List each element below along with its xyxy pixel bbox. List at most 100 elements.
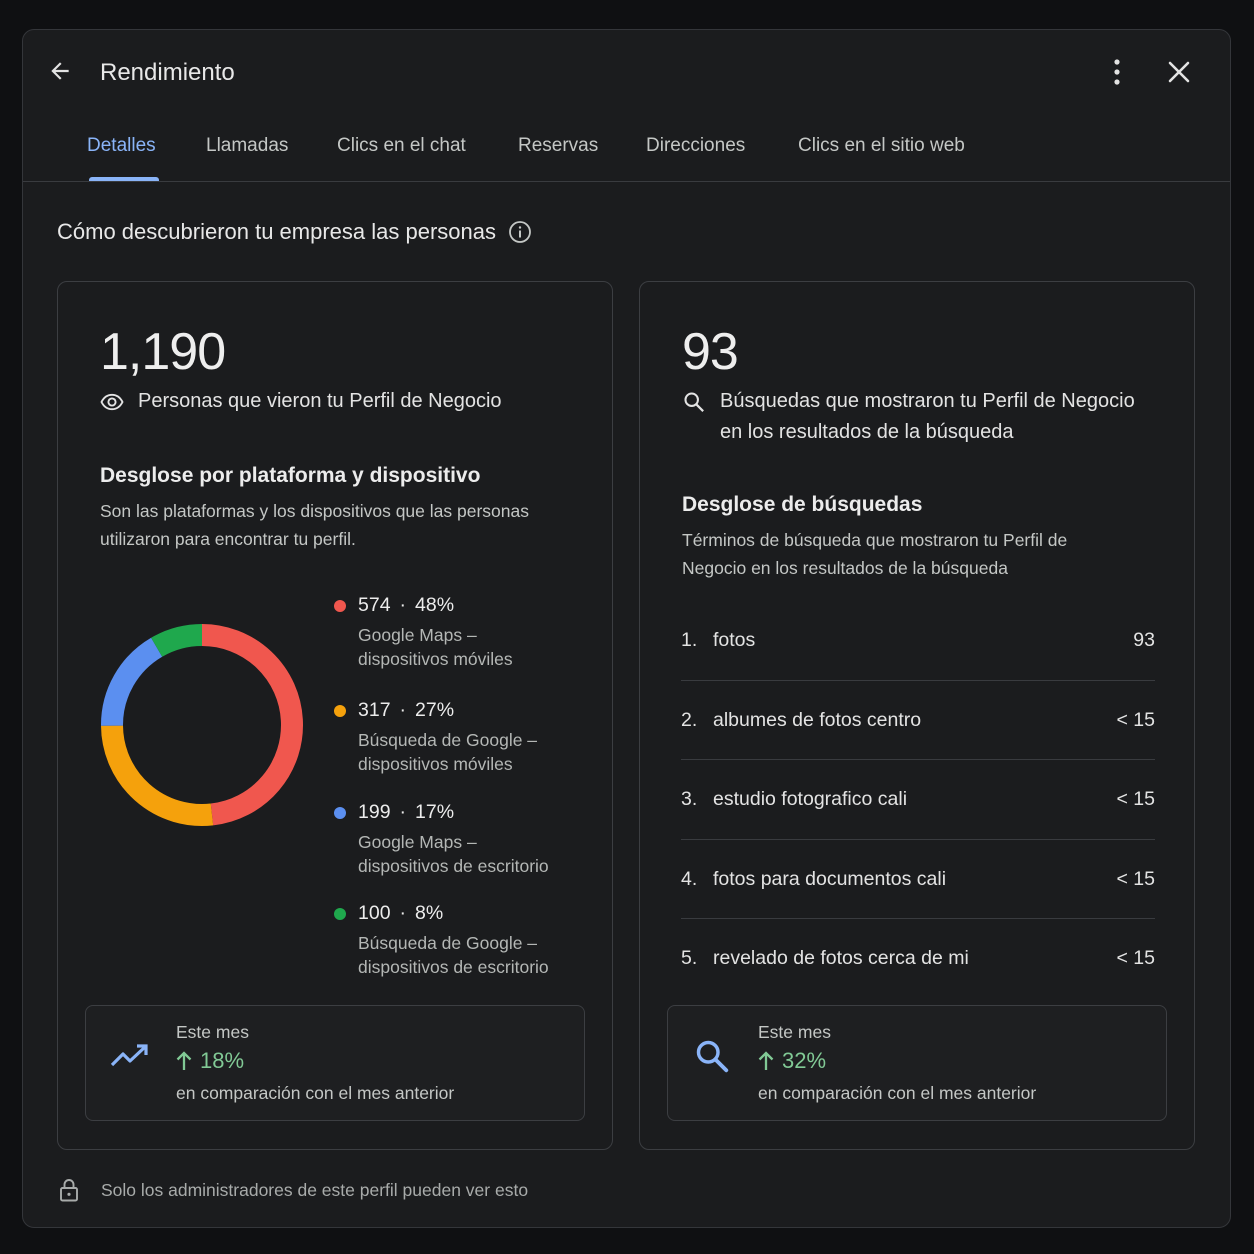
close-button[interactable]	[1163, 56, 1195, 88]
legend-dot	[334, 907, 346, 920]
dialog-header: Rendimiento	[23, 30, 1230, 116]
search-term-count: < 15	[1116, 867, 1156, 890]
legend-label: Google Maps –	[358, 625, 477, 645]
legend-label: dispositivos de escritorio	[358, 856, 549, 876]
searches-compare-box: Este mes 32% en comparación con el mes a…	[667, 1005, 1167, 1121]
search-breakdown-desc: Términos de búsqueda que mostraron tu Pe…	[682, 530, 1068, 578]
legend-label: dispositivos de escritorio	[358, 957, 549, 977]
arrow-back-icon	[51, 62, 69, 80]
searches-label-row: Búsquedas que mostraron tu Perfil de Neg…	[682, 386, 1135, 448]
legend-label: Google Maps –	[358, 832, 477, 852]
search-icon	[684, 391, 704, 412]
legend-label: Búsqueda de Google –	[358, 933, 538, 953]
searches-label: en los resultados de la búsqueda	[720, 421, 1014, 443]
search-term: fotos	[713, 629, 756, 651]
search-term: fotos para documentos cali	[713, 867, 947, 890]
list-item: 4. fotos para documentos cali < 15	[681, 840, 1156, 919]
legend-percent: 17%	[415, 801, 455, 823]
tab-reservas[interactable]: Reservas	[518, 135, 598, 157]
list-item: 3. estudio fotografico cali < 15	[681, 760, 1155, 840]
tab-clics-en-el-chat[interactable]: Clics en el chat	[337, 135, 466, 157]
legend-value: 317	[358, 699, 391, 721]
trending-up-icon	[110, 1044, 148, 1067]
compare-note: en comparación con el mes anterior	[176, 1083, 455, 1103]
search-term-count: < 15	[1116, 947, 1156, 969]
legend-dot	[334, 806, 346, 819]
legend-percent: 27%	[415, 699, 455, 721]
donut-slice-maps-desktop	[101, 637, 163, 727]
search-icon	[696, 1040, 729, 1073]
list-item: 2. albumes de fotos centro < 15	[681, 681, 1156, 760]
compare-change-value: 32%	[782, 1048, 827, 1073]
searches-card: 93 Búsquedas que mostraron tu Perfil de …	[639, 281, 1195, 1150]
back-button[interactable]	[45, 56, 75, 86]
legend-label: Búsqueda de Google –	[358, 730, 538, 750]
legend-label: dispositivos móviles	[358, 754, 513, 774]
legend-item: 199 · 17% Google Maps – dispositivos de esc…	[334, 801, 549, 878]
eye-icon	[100, 393, 124, 410]
search-term: albumes de fotos centro	[713, 708, 922, 731]
search-term: estudio fotografico cali	[713, 788, 908, 810]
legend-value: 100	[358, 902, 391, 924]
donut-slice-search-desktop	[151, 624, 203, 657]
search-term-rank: 4.	[681, 867, 698, 890]
legend-value: 199	[358, 801, 391, 823]
compare-period: Este mes	[176, 1022, 249, 1042]
search-breakdown-title: Desglose de búsquedas	[682, 493, 923, 516]
searches-count: 93	[682, 323, 739, 381]
info-icon[interactable]	[508, 220, 532, 244]
search-term: revelado de fotos cerca de mi	[713, 947, 969, 969]
profile-views-label-row: Personas que vieron tu Perfil de Negocio	[100, 386, 502, 417]
legend-percent: 8%	[415, 902, 444, 924]
legend-dot	[334, 599, 346, 612]
page-title: Rendimiento	[100, 59, 235, 86]
list-item: 1. fotos 93	[681, 601, 1155, 681]
legend-dot	[334, 704, 346, 717]
admin-only-notice: Solo los administradores de este perfil …	[59, 1178, 528, 1202]
section-title: Cómo descubrieron tu empresa las persona…	[57, 219, 532, 245]
admin-only-text: Solo los administradores de este perfil …	[101, 1179, 529, 1200]
section-title-text: Cómo descubrieron tu empresa las persona…	[57, 219, 497, 244]
tab-clics-en-el-sitio-web[interactable]: Clics en el sitio web	[798, 135, 965, 157]
search-term-rank: 2.	[681, 708, 698, 731]
search-terms-list: 1. fotos 93 2. albumes de fotos centro <…	[681, 601, 1155, 999]
search-term-rank: 3.	[681, 788, 698, 810]
profile-views-count: 1,190	[100, 323, 226, 381]
close-icon	[1168, 61, 1190, 83]
search-term-count: 93	[1133, 629, 1155, 651]
tab-detalles[interactable]: Detalles	[87, 135, 156, 157]
more-options-button[interactable]	[1103, 56, 1131, 88]
legend-percent: 48%	[415, 594, 455, 616]
profile-views-card: 1,190 Personas que vieron tu Perfil de N…	[57, 281, 613, 1150]
more-vert-icon	[1114, 59, 1120, 85]
tab-llamadas[interactable]: Llamadas	[206, 135, 288, 157]
profile-views-label: Personas que vieron tu Perfil de Negocio	[138, 390, 502, 412]
tab-direcciones[interactable]: Direcciones	[646, 135, 745, 157]
searches-label: Búsquedas que mostraron tu Perfil de Neg…	[720, 390, 1135, 412]
search-term-rank: 1.	[681, 629, 698, 651]
legend-item: 574 · 48% Google Maps – dispositivos móvile…	[334, 594, 513, 671]
search-term-count: < 15	[1116, 708, 1156, 731]
tab-bar: Detalles Llamadas Clics en el chat Reser…	[23, 116, 1230, 182]
platform-breakdown-title: Desglose por plataforma y dispositivo	[100, 464, 481, 487]
donut-slice-maps-mobile	[201, 624, 303, 826]
search-term-rank: 5.	[681, 947, 698, 969]
legend-item: 317 · 27% Búsqueda de Google – dispositivos…	[334, 699, 537, 776]
compare-period: Este mes	[758, 1022, 831, 1042]
views-compare-box: Este mes 18% en comparación con el mes a…	[85, 1005, 585, 1121]
donut-slice-search-mobile	[101, 725, 214, 826]
compare-change: 18%	[176, 1048, 244, 1074]
compare-note: en comparación con el mes anterior	[758, 1083, 1037, 1103]
list-item: 5. revelado de fotos cerca de mi < 15	[681, 919, 1155, 999]
compare-change-value: 18%	[200, 1048, 245, 1073]
platform-donut-chart	[101, 624, 303, 826]
active-tab-indicator	[89, 177, 159, 181]
arrow-up-icon	[758, 1051, 774, 1070]
search-term-count: < 15	[1116, 788, 1156, 810]
performance-dialog: Rendimiento Detalles Llamadas Clics en e…	[22, 29, 1231, 1228]
legend-label: dispositivos móviles	[358, 649, 513, 669]
legend-item: 100 · 8% Búsqueda de Google – dispositivos …	[334, 902, 549, 979]
compare-change: 32%	[758, 1048, 826, 1074]
platform-breakdown-desc: Son las plataformas y los dispositivos q…	[100, 501, 529, 549]
lock-icon	[60, 1179, 78, 1202]
